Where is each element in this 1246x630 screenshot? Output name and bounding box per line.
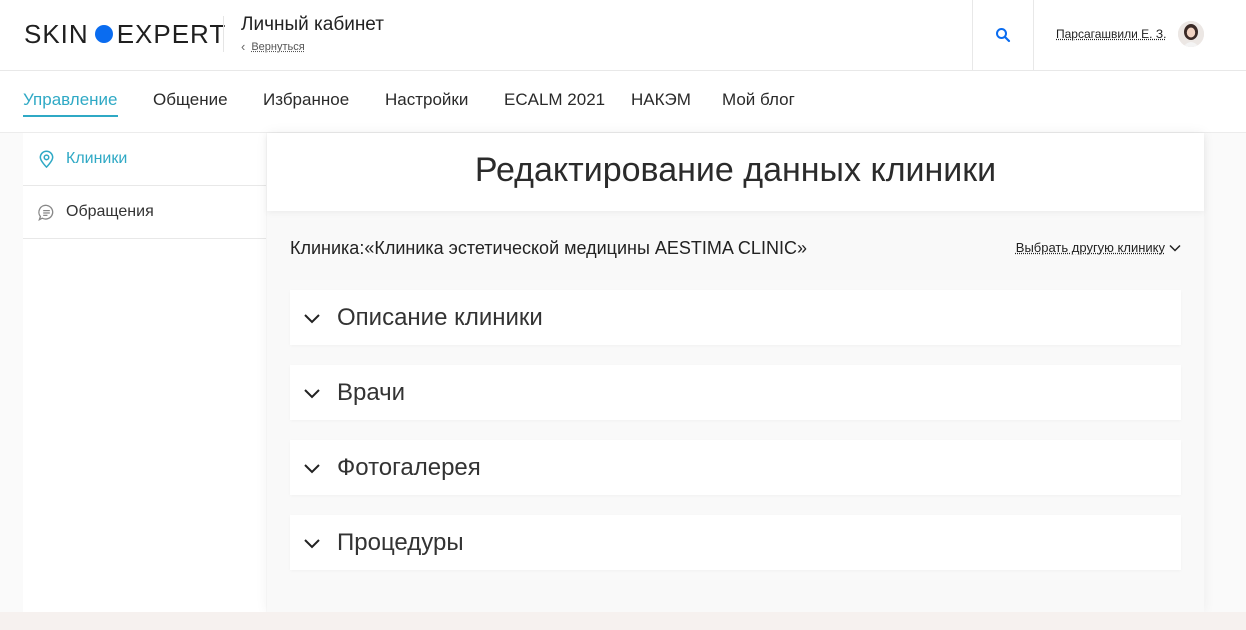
accordion-clinic-description[interactable]: Описание клиники — [290, 290, 1181, 345]
accordion-label: Процедуры — [337, 528, 464, 556]
footer-strip — [0, 612, 1246, 630]
chevron-down-icon — [304, 463, 320, 473]
avatar[interactable] — [1178, 21, 1204, 47]
sidebar: Клиники Обращения — [23, 133, 266, 612]
logo-dot-icon — [94, 25, 113, 43]
logo-text-skin: SKIN — [24, 18, 89, 49]
main-title: Редактирование данных клиники — [474, 151, 997, 189]
accordion-doctors[interactable]: Врачи — [290, 365, 1181, 420]
accordion-procedures[interactable]: Процедуры — [290, 515, 1181, 570]
location-pin-icon — [39, 149, 54, 168]
nav-item-favorites[interactable]: Избранное — [263, 90, 349, 115]
chevron-left-icon: ‹ — [241, 39, 246, 54]
nav-item-my-blog[interactable]: Мой блог — [722, 90, 795, 115]
chevron-down-icon — [304, 538, 320, 548]
main-nav: Управление Общение Избранное Настройки E… — [0, 71, 1246, 133]
choose-other-clinic-label: Выбрать другую клинику — [1015, 240, 1165, 255]
clinic-name: Клиника:«Клиника эстетической медицины A… — [290, 238, 807, 258]
nav-item-settings[interactable]: Настройки — [385, 90, 468, 115]
sidebar-item-clinics[interactable]: Клиники — [23, 133, 266, 186]
logo-text-expert: EXPERT — [116, 18, 227, 49]
chevron-down-icon — [304, 313, 320, 323]
divider — [1033, 0, 1034, 70]
nav-item-nakem[interactable]: НАКЭМ — [631, 90, 691, 115]
accordion-label: Описание клиники — [337, 303, 543, 331]
chevron-down-icon — [304, 388, 320, 398]
header: SKIN EXPERT Личный кабинет ‹ Вернуться П… — [0, 0, 1246, 71]
chat-icon — [38, 204, 54, 221]
title-bar: Редактирование данных клиники — [267, 133, 1204, 211]
search-icon — [996, 28, 1011, 43]
back-link-label: Вернуться — [251, 40, 305, 53]
accordion-label: Врачи — [337, 378, 406, 406]
back-link[interactable]: ‹ Вернуться — [241, 39, 305, 54]
main-panel: Редактирование данных клиники Клиника:«К… — [267, 133, 1204, 612]
nav-item-communication[interactable]: Общение — [153, 90, 228, 115]
accordion-label: Фотогалерея — [337, 453, 481, 481]
divider — [223, 16, 224, 52]
sidebar-item-label: Клиники — [66, 150, 128, 167]
search-button[interactable] — [992, 24, 1014, 46]
accordion-photo-gallery[interactable]: Фотогалерея — [290, 440, 1181, 495]
nav-item-ecalm[interactable]: ECALM 2021 — [504, 90, 605, 115]
divider — [972, 0, 973, 70]
nav-item-management[interactable]: Управление — [23, 90, 118, 117]
sidebar-item-label: Обращения — [66, 203, 154, 220]
page-title: Личный кабинет — [241, 14, 384, 35]
avatar-image — [1178, 21, 1204, 47]
logo[interactable]: SKIN EXPERT — [24, 18, 227, 49]
chevron-down-icon — [1169, 244, 1181, 252]
choose-other-clinic-button[interactable]: Выбрать другую клинику — [1016, 240, 1182, 255]
sidebar-item-requests[interactable]: Обращения — [23, 186, 266, 239]
user-name-link[interactable]: Парсагашвили Е. З. — [1056, 27, 1166, 41]
